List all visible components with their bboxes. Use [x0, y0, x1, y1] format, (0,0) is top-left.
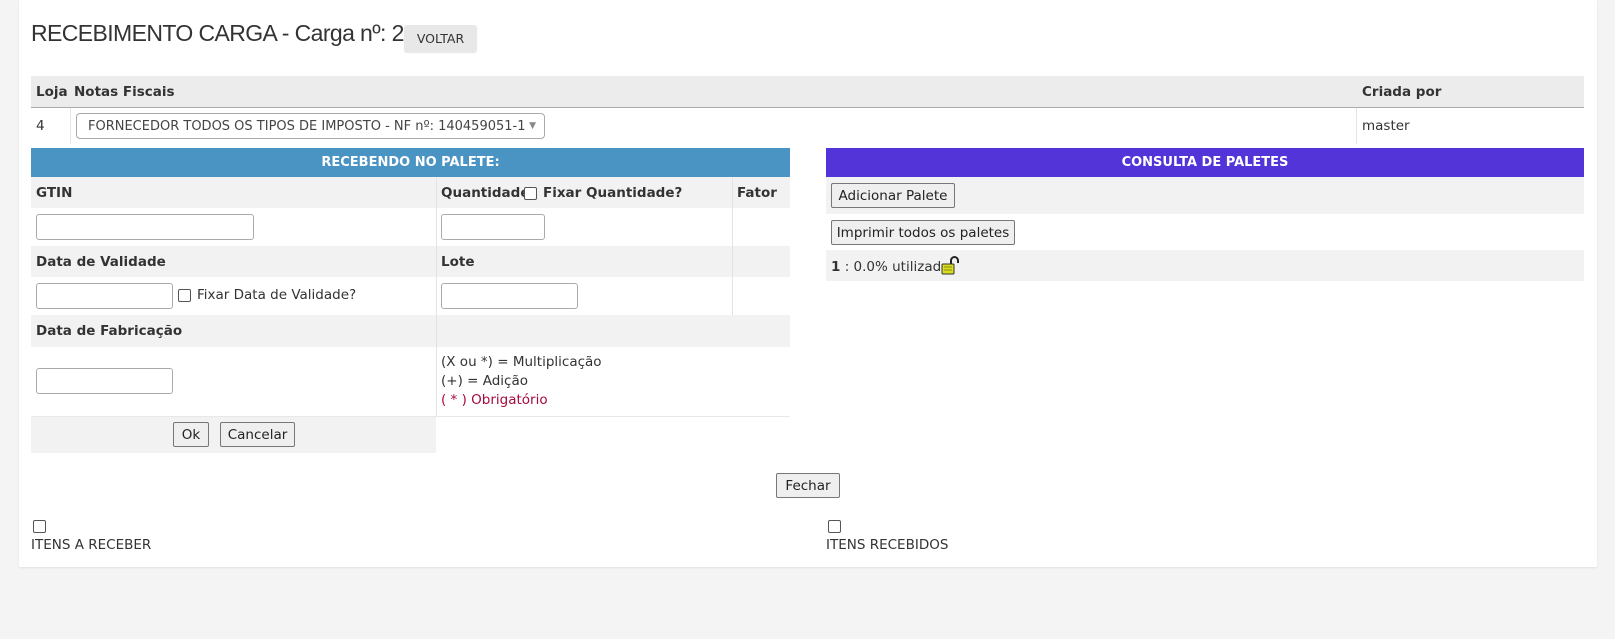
help-addition: (+) = Adição: [441, 373, 529, 389]
row-divider: [31, 416, 790, 417]
column-divider: [436, 177, 437, 417]
items-received-checkbox[interactable]: [828, 520, 841, 533]
items-received-label: ITENS RECEBIDOS: [826, 537, 949, 553]
pallet-usage: : 0.0% utilizado: [840, 259, 950, 275]
invoice-select[interactable]: FORNECEDOR TODOS OS TIPOS DE IMPOSTO - N…: [76, 113, 545, 139]
close-button[interactable]: Fechar: [776, 473, 840, 498]
items-to-receive-checkbox[interactable]: [33, 520, 46, 533]
pallets-panel-header: CONSULTA DE PALETES: [826, 148, 1584, 177]
manufacture-date-input[interactable]: [36, 368, 173, 394]
expiry-label: Data de Validade: [36, 254, 166, 270]
load-table-row: 4 FORNECEDOR TODOS OS TIPOS DE IMPOSTO -…: [31, 108, 1584, 144]
load-table-header: Loja Notas Fiscais Criada por: [31, 76, 1584, 108]
gtin-label: GTIN: [36, 185, 73, 201]
chevron-down-icon: ▼: [529, 121, 536, 131]
ok-button[interactable]: Ok: [173, 422, 209, 447]
fix-expiry-label: Fixar Data de Validade?: [197, 287, 357, 303]
fix-expiry-checkbox[interactable]: [178, 289, 191, 302]
cell-divider: [70, 108, 71, 144]
manufacture-label: Data de Fabricação: [36, 323, 183, 339]
items-to-receive-label: ITENS A RECEBER: [31, 537, 152, 553]
pallet-entry[interactable]: 1 : 0.0% utilizado: [831, 259, 949, 275]
fix-quantity-label: Fixar Quantidade?: [543, 185, 683, 201]
page-title: RECEBIMENTO CARGA - Carga nº: 20598: [31, 20, 453, 46]
fix-quantity-checkbox[interactable]: [524, 187, 537, 200]
receiving-panel-header: RECEBENDO NO PALETE:: [31, 148, 790, 177]
print-all-pallets-button[interactable]: Imprimir todos os paletes: [831, 220, 1015, 245]
cancel-button[interactable]: Cancelar: [220, 422, 295, 447]
unlock-icon[interactable]: [941, 256, 960, 275]
quantity-label: Quantidade: [441, 185, 530, 201]
factor-label: Fator: [737, 185, 777, 201]
created-by: master: [1362, 118, 1410, 134]
store-number: 4: [36, 118, 45, 134]
back-button[interactable]: VOLTAR: [404, 25, 477, 52]
add-pallet-button[interactable]: Adicionar Palete: [831, 183, 955, 208]
cell-divider: [1356, 108, 1357, 144]
pallet-number: 1: [831, 259, 841, 275]
column-header-loja: Loja: [36, 84, 68, 100]
lot-input[interactable]: [441, 283, 578, 309]
help-multiplication: (X ou *) = Multiplicação: [441, 354, 602, 370]
expiry-date-input[interactable]: [36, 283, 173, 309]
invoice-select-value: FORNECEDOR TODOS OS TIPOS DE IMPOSTO - N…: [88, 119, 526, 134]
column-divider: [732, 177, 733, 315]
gtin-input[interactable]: [36, 214, 254, 240]
lot-label: Lote: [441, 254, 475, 270]
column-header-criada-por: Criada por: [1362, 84, 1442, 100]
column-header-notas-fiscais: Notas Fiscais: [74, 84, 175, 100]
help-required: ( * ) Obrigatório: [441, 392, 548, 408]
quantity-input[interactable]: [441, 214, 545, 240]
